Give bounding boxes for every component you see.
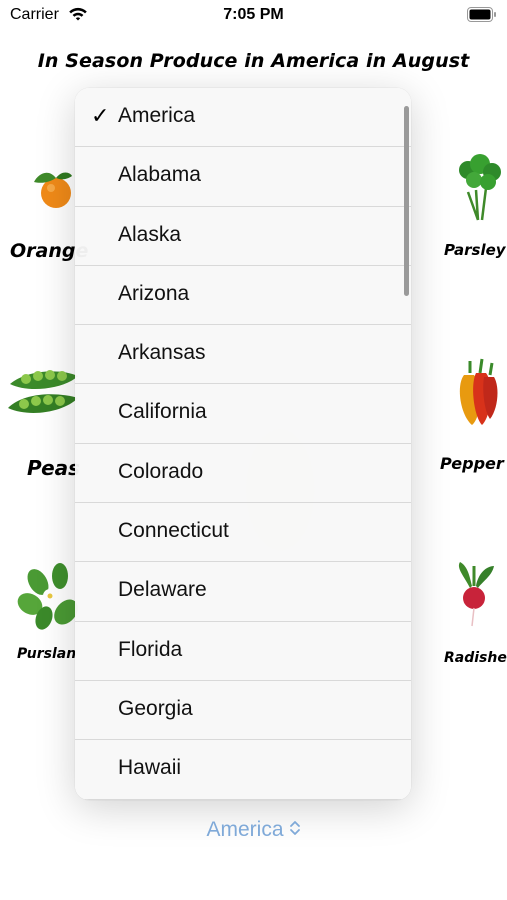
menu-item-colorado[interactable]: Colorado (75, 444, 411, 504)
checkmark-icon: ✓ (91, 104, 110, 129)
scrollbar[interactable] (404, 106, 409, 296)
menu-item-arizona[interactable]: Arizona (75, 266, 411, 326)
page-title: In Season Produce in America in August (37, 50, 470, 72)
menu-item-label: Alabama (118, 163, 201, 187)
radish-icon (458, 562, 494, 627)
produce-peas[interactable]: Peas (0, 362, 80, 480)
state-picker-button[interactable]: America (0, 818, 507, 842)
produce-label: Pepper (440, 454, 504, 473)
menu-item-label: Arizona (118, 281, 190, 305)
menu-item-california[interactable]: California (75, 384, 411, 444)
clock-time: 7:05 PM (223, 6, 284, 23)
produce-label: Purslan (17, 646, 77, 662)
menu-item-label: Delaware (118, 578, 207, 602)
menu-item-arkansas[interactable]: Arkansas (75, 325, 411, 385)
menu-item-label: Arkansas (118, 341, 206, 365)
produce-orange[interactable]: Orange (0, 160, 89, 262)
chevron-up-down-icon (289, 821, 300, 835)
produce-radishes[interactable]: Radishes (430, 560, 507, 666)
produce-label: Peas (27, 456, 81, 480)
produce-pepper[interactable]: Pepper (430, 355, 507, 473)
menu-item-label: Hawaii (118, 756, 182, 780)
menu-item-georgia[interactable]: Georgia (75, 681, 411, 741)
menu-item-label: Florida (118, 637, 183, 661)
status-bar: Carrier 7:05 PM (0, 0, 507, 30)
peas-icon (8, 370, 78, 413)
menu-item-delaware[interactable]: Delaware (75, 562, 411, 622)
menu-item-label: California (118, 400, 207, 424)
menu-item-hawaii[interactable]: Hawaii (75, 740, 411, 800)
menu-item-connecticut[interactable]: Connecticut (75, 503, 411, 563)
battery-icon (467, 7, 496, 22)
menu-list: ✓ America Alabama Alaska Arizona Arkansa… (75, 88, 411, 800)
pepper-icon (459, 358, 498, 425)
menu-item-alabama[interactable]: Alabama (75, 147, 411, 207)
produce-purslane[interactable]: Purslan (0, 560, 80, 662)
menu-item-label: Colorado (118, 459, 204, 483)
menu-item-label: Alaska (118, 222, 182, 246)
menu-item-america[interactable]: ✓ America (75, 88, 411, 148)
produce-parsley[interactable]: Parsley (430, 150, 507, 259)
menu-item-label: Georgia (118, 696, 193, 720)
menu-item-florida[interactable]: Florida (75, 622, 411, 681)
produce-label: Parsley (444, 241, 506, 259)
produce-label: Orange (10, 240, 89, 262)
picker-label: America (206, 818, 284, 841)
produce-label: Radishes (444, 650, 507, 666)
menu-item-label: Connecticut (118, 519, 229, 543)
state-dropdown-menu[interactable]: ✓ America Alabama Alaska Arizona Arkansa… (75, 88, 411, 800)
menu-item-label: America (118, 104, 196, 127)
menu-item-alaska[interactable]: Alaska (75, 207, 411, 266)
parsley-icon (459, 154, 501, 221)
